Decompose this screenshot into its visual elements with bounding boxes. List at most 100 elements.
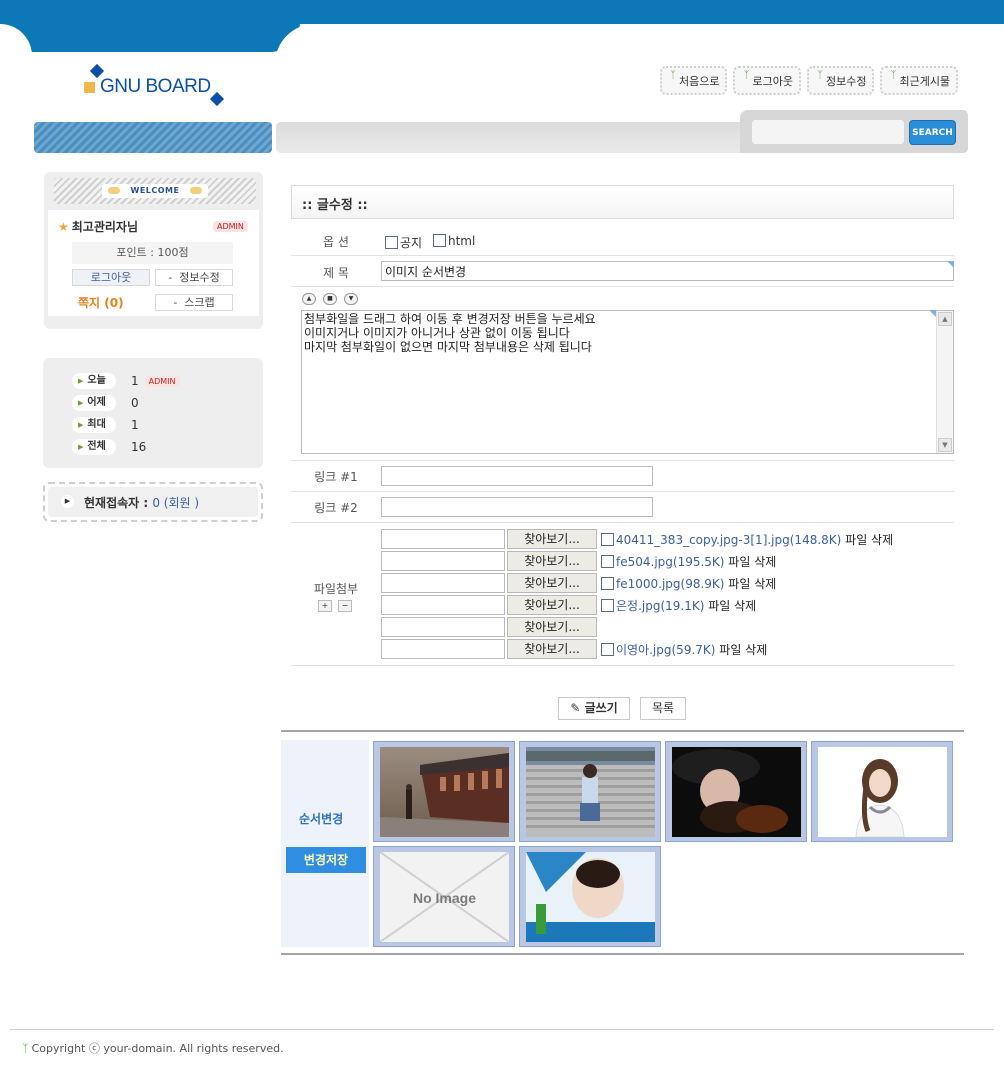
divider bbox=[291, 665, 954, 666]
file-delete-checkbox[interactable] bbox=[601, 642, 614, 656]
file-delete-checkbox[interactable] bbox=[601, 576, 614, 590]
attachment-thumbnail[interactable] bbox=[665, 741, 807, 842]
attachment-thumbnail[interactable] bbox=[811, 741, 953, 842]
attachment-order-gallery: 순서변경 변경저장 No Image bbox=[281, 740, 964, 947]
admin-badge: ADMIN bbox=[144, 375, 180, 387]
scroll-up-icon[interactable]: ▲ bbox=[938, 312, 952, 326]
add-file-button[interactable]: + bbox=[318, 600, 332, 612]
search-button[interactable]: SEARCH bbox=[909, 120, 956, 145]
file-input[interactable] bbox=[381, 551, 505, 571]
attachment-thumbnail[interactable] bbox=[373, 741, 515, 842]
logout-link[interactable]: ᛉ 로그아웃 bbox=[733, 66, 801, 95]
file-name[interactable]: 은정.jpg(19.1K) bbox=[616, 599, 704, 613]
write-button-label: 글쓰기 bbox=[584, 701, 618, 715]
link1-input[interactable] bbox=[381, 466, 653, 486]
divider bbox=[291, 522, 954, 523]
pencil-icon: ✎ bbox=[570, 701, 581, 715]
recent-posts-link[interactable]: ᛉ 최근게시물 bbox=[880, 66, 959, 95]
browse-button[interactable]: 찾아보기... bbox=[507, 639, 597, 659]
leaf-icon: ᛉ bbox=[743, 70, 750, 81]
attachment-thumbnail[interactable]: No Image bbox=[373, 846, 515, 947]
browse-button[interactable]: 찾아보기... bbox=[507, 529, 597, 549]
form-title-box: :: 글수정 :: bbox=[291, 185, 954, 219]
scroll-down-icon[interactable]: ▼ bbox=[938, 438, 952, 452]
portrait-girl-photo bbox=[818, 747, 947, 837]
counter-value: 1 bbox=[131, 374, 139, 388]
file-delete-label: 파일 삭제 bbox=[715, 642, 768, 657]
notice-option[interactable]: 공지 bbox=[385, 234, 422, 251]
shrink-editor-button[interactable]: ▲ bbox=[302, 293, 316, 305]
divider bbox=[281, 953, 964, 955]
notice-checkbox[interactable] bbox=[385, 236, 398, 249]
logout-button[interactable]: 로그아웃 bbox=[72, 269, 150, 286]
thumbnail-image bbox=[818, 747, 947, 837]
content-scrollbar[interactable]: ▲ ▼ bbox=[936, 311, 953, 453]
file-name[interactable]: 40411_383_copy.jpg-3[1].jpg(148.8K) bbox=[616, 533, 841, 547]
recent-posts-link-label: 최근게시물 bbox=[899, 74, 951, 88]
divider bbox=[291, 286, 954, 287]
stairs-girl-photo bbox=[526, 747, 655, 837]
html-checkbox[interactable] bbox=[433, 234, 446, 247]
subject-input[interactable]: 이미지 순서변경 bbox=[381, 261, 954, 281]
thumbnail-image bbox=[380, 747, 509, 837]
browse-button[interactable]: 찾아보기... bbox=[507, 551, 597, 571]
file-input[interactable] bbox=[381, 617, 505, 637]
file-input[interactable] bbox=[381, 639, 505, 659]
browse-button[interactable]: 찾아보기... bbox=[507, 617, 597, 637]
file-row: 찾아보기... 이영아.jpg(59.7K) 파일 삭제 bbox=[381, 639, 767, 659]
content-textarea[interactable]: 첨부화일을 드래그 하여 이동 후 변경저장 버튼을 누르세요 이미지거나 이미… bbox=[301, 310, 954, 454]
welcome-tag: WELCOME bbox=[102, 184, 208, 198]
search-input[interactable] bbox=[752, 120, 904, 144]
list-button[interactable]: 목록 bbox=[640, 697, 686, 720]
logo-mark bbox=[209, 91, 225, 107]
menu-bar-left bbox=[34, 122, 272, 153]
html-label: html bbox=[448, 234, 476, 248]
browse-button[interactable]: 찾아보기... bbox=[507, 595, 597, 615]
file-name[interactable]: 이영아.jpg(59.7K) bbox=[616, 643, 715, 657]
attachment-thumbnail[interactable] bbox=[519, 846, 661, 947]
scrap-button[interactable]: - 스크랩 bbox=[155, 294, 233, 311]
file-row: 찾아보기... 은정.jpg(19.1K) 파일 삭제 bbox=[381, 595, 756, 615]
current-users-count: 0 (회원 ) bbox=[152, 496, 200, 510]
content-text: 첨부화일을 드래그 하여 이동 후 변경저장 버튼을 누르세요 이미지거나 이미… bbox=[304, 312, 596, 354]
file-delete-checkbox[interactable] bbox=[601, 532, 614, 546]
thumbnail-image bbox=[526, 852, 655, 942]
browse-button[interactable]: 찾아보기... bbox=[507, 573, 597, 593]
divider bbox=[291, 460, 954, 461]
divider bbox=[291, 491, 954, 492]
header-tab bbox=[0, 0, 300, 52]
memo-link[interactable]: 쪽지 (0) bbox=[78, 294, 124, 311]
current-users-box[interactable]: ▶ 현재접속자 : 0 (회원 ) bbox=[43, 482, 263, 522]
file-delete-checkbox[interactable] bbox=[601, 554, 614, 568]
remove-file-button[interactable]: − bbox=[338, 600, 352, 612]
write-button[interactable]: ✎ 글쓰기 bbox=[558, 697, 630, 720]
file-name[interactable]: fe504.jpg(195.5K) bbox=[616, 555, 724, 569]
profile-edit-link[interactable]: ᛉ 정보수정 bbox=[806, 66, 875, 95]
attachment-thumbnail[interactable] bbox=[519, 741, 661, 842]
html-option[interactable]: html bbox=[433, 234, 475, 248]
file-row: 찾아보기... fe1000.jpg(98.9K) 파일 삭제 bbox=[381, 573, 776, 593]
home-link[interactable]: ᛉ 처음으로 bbox=[660, 66, 728, 95]
counter-row: ▶ 어제 0 bbox=[72, 394, 139, 412]
save-order-button[interactable]: 변경저장 bbox=[286, 847, 366, 873]
star-icon: ★ bbox=[58, 220, 69, 234]
file-info: 40411_383_copy.jpg-3[1].jpg(148.8K) 파일 삭… bbox=[601, 531, 893, 548]
link2-input[interactable] bbox=[381, 497, 653, 517]
site-logo[interactable]: GNU BOARD bbox=[84, 63, 234, 108]
file-delete-checkbox[interactable] bbox=[601, 598, 614, 612]
arrow-icon: ▶ bbox=[78, 377, 84, 385]
counter-label: ▶ 오늘 bbox=[72, 373, 116, 389]
link1-label: 링크 #1 bbox=[314, 470, 358, 484]
file-input[interactable] bbox=[381, 573, 505, 593]
expand-editor-button[interactable]: ▼ bbox=[344, 293, 358, 305]
file-input[interactable] bbox=[381, 529, 505, 549]
file-info: 이영아.jpg(59.7K) 파일 삭제 bbox=[601, 641, 767, 658]
login-box: WELCOME ★ 최고관리자님 ADMIN 포인트 : 100점 로그아웃 - … bbox=[44, 172, 263, 329]
reset-editor-button[interactable]: ■ bbox=[323, 293, 337, 305]
file-input[interactable] bbox=[381, 595, 505, 615]
leaf-icon: ᛉ bbox=[890, 70, 897, 81]
file-name[interactable]: fe1000.jpg(98.9K) bbox=[616, 577, 724, 591]
profile-edit-button[interactable]: - 정보수정 bbox=[155, 269, 233, 286]
counter-label-text: 최대 bbox=[87, 419, 106, 430]
dash: - bbox=[173, 296, 178, 309]
